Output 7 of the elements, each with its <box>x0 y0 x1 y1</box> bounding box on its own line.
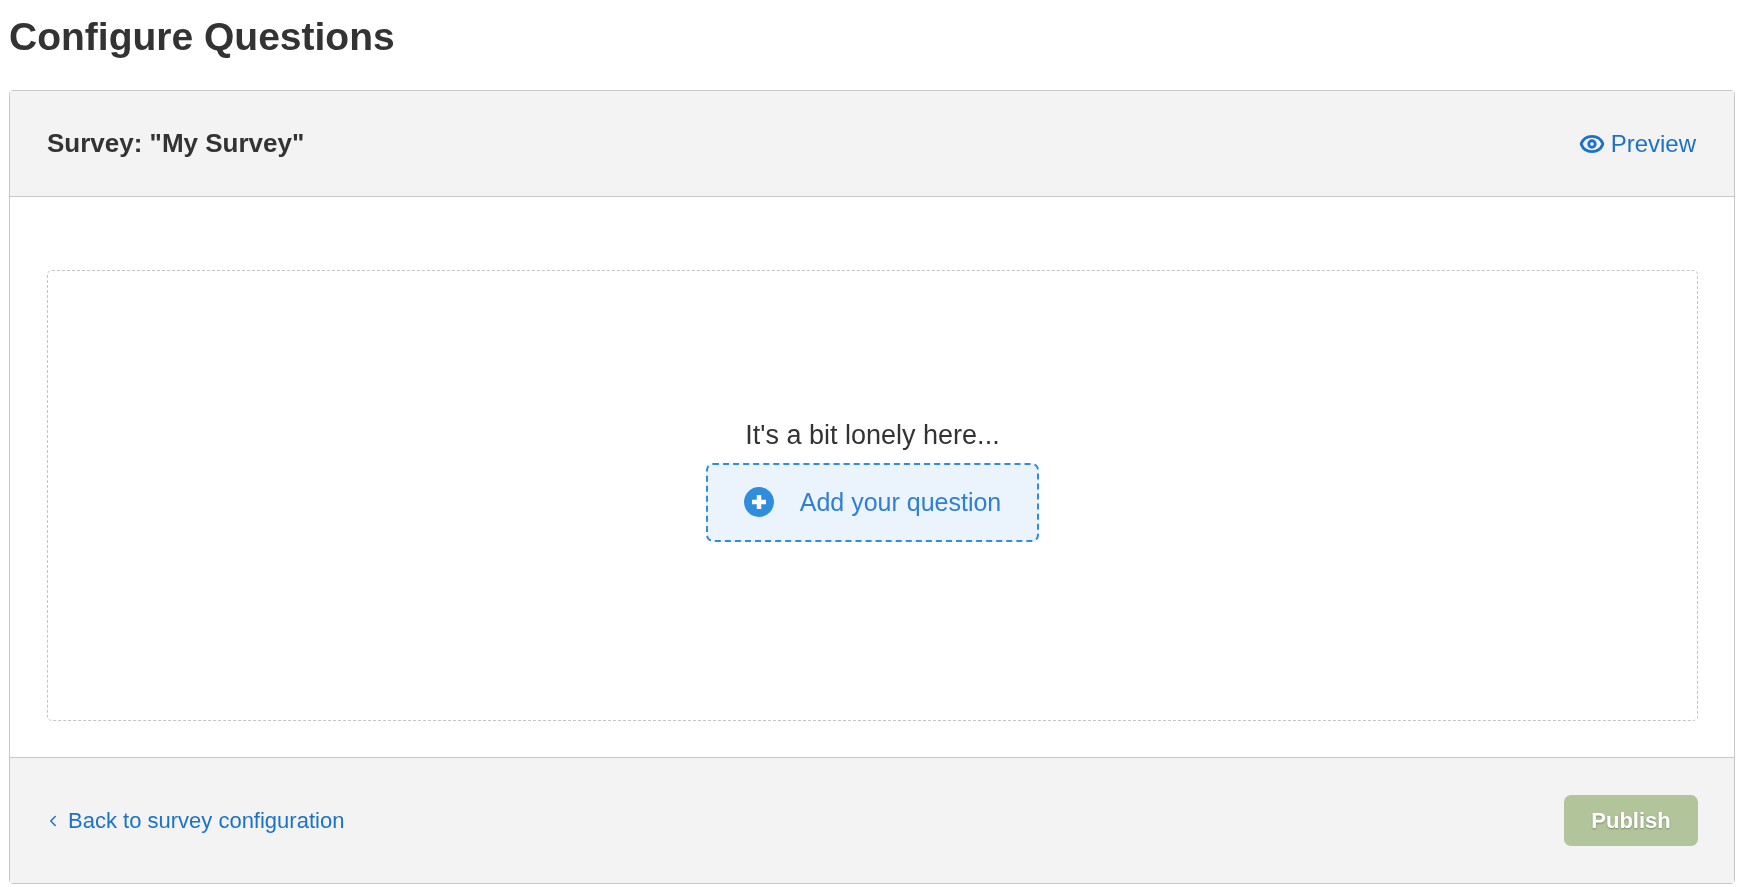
add-question-button[interactable]: Add your question <box>705 462 1040 542</box>
plus-circle-icon <box>743 487 774 517</box>
preview-link[interactable]: Preview <box>1578 129 1696 158</box>
empty-message: It's a bit lonely here... <box>745 419 1000 451</box>
page-title: Configure Questions <box>9 14 396 60</box>
card-title: Survey: "My Survey" <box>47 128 305 159</box>
back-link[interactable]: Back to survey configuration <box>44 807 345 834</box>
